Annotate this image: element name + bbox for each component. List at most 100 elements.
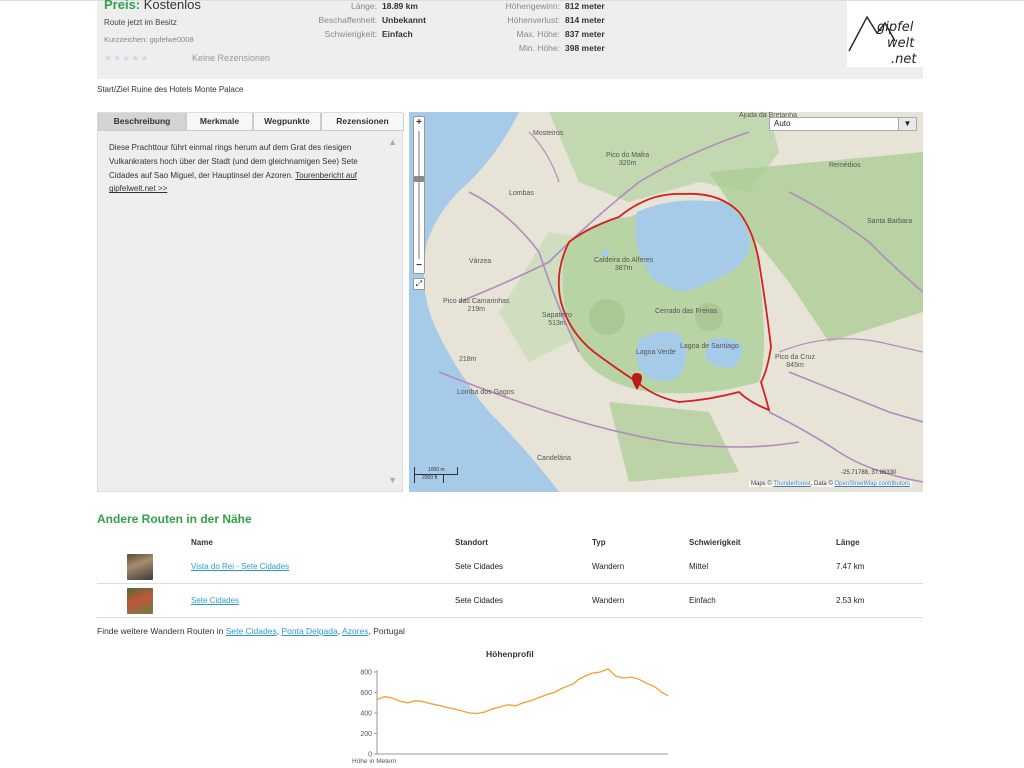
stat-value: 814 meter bbox=[565, 15, 605, 25]
attribution-prefix: Maps © bbox=[751, 481, 772, 487]
y-tick-label: 800 bbox=[360, 670, 372, 677]
map-label: Pico do Mafra 320m bbox=[606, 152, 649, 168]
map-label: Caldeira do Alferes 387m bbox=[594, 257, 653, 273]
stat-key: Min. Höhe: bbox=[518, 43, 560, 53]
map-layer-value: Auto bbox=[774, 119, 791, 128]
svg-text:welt: welt bbox=[887, 36, 915, 51]
start-end-point: Start/Ziel Ruine des Hotels Monte Palace bbox=[97, 85, 244, 94]
map-label: Santa Barbara bbox=[867, 218, 913, 225]
no-reviews-label: Keine Rezensionen bbox=[192, 53, 271, 63]
price: Preis: Kostenlos bbox=[104, 0, 201, 12]
stat-value: 837 meter bbox=[565, 29, 605, 39]
route-thumbnail[interactable] bbox=[127, 554, 153, 580]
route-location: Sete Cidades bbox=[455, 596, 504, 605]
map-attribution: Maps © Thunderforest, Data © OpenStreetM… bbox=[749, 481, 912, 487]
map-label: Pico das Camarinhas 219m bbox=[443, 298, 510, 314]
stat-key: Beschaffenheit: bbox=[318, 15, 377, 25]
tab-rezensionen[interactable]: Rezensionen bbox=[321, 113, 404, 131]
route-info-header: Preis: Kostenlos Route jetzt im Besitz K… bbox=[0, 0, 1024, 79]
map-label: Remédios bbox=[829, 162, 861, 169]
y-tick-label: 600 bbox=[360, 690, 372, 697]
scroll-up-icon[interactable]: ▲ bbox=[388, 137, 397, 147]
table-row[interactable]: Sete Cidades Sete Cidades Wandern Einfac… bbox=[97, 584, 923, 618]
scroll-down-icon[interactable]: ▼ bbox=[388, 475, 397, 485]
column-header: Standort bbox=[455, 538, 488, 547]
stat-key: Länge: bbox=[351, 1, 377, 11]
map-label: Pico da Cruz 845m bbox=[775, 354, 815, 370]
chevron-down-icon[interactable]: ▼ bbox=[898, 118, 916, 130]
map-label-name: Pico do Mafra bbox=[606, 152, 650, 159]
map-label-name: Pico da Cruz bbox=[775, 354, 816, 361]
map-label-name: Sapateiro bbox=[542, 312, 572, 319]
zoom-slider-handle[interactable] bbox=[414, 176, 424, 182]
stat-value: Unbekannt bbox=[382, 15, 426, 25]
ownership-status: Route jetzt im Besitz bbox=[104, 18, 177, 27]
column-header: Schwierigkeit bbox=[689, 538, 741, 547]
svg-text:.net: .net bbox=[891, 52, 917, 67]
stat-value: 812 meter bbox=[565, 1, 605, 11]
elevation-profile-chart: Höhenprofil 0 200 400 600 800 Höhe in Metern bbox=[340, 645, 680, 768]
stat-key: Schwierigkeit: bbox=[324, 29, 377, 39]
price-label: Preis: bbox=[104, 0, 141, 12]
route-link[interactable]: Sete Cidades bbox=[191, 596, 239, 605]
rating-stars[interactable]: ★★★★★ bbox=[104, 53, 149, 64]
route-code: Kurzzeichen: gipfelwe0008 bbox=[104, 35, 194, 44]
stat-value: Einfach bbox=[382, 29, 413, 39]
map-label: Candelária bbox=[537, 455, 571, 462]
column-header: Name bbox=[191, 538, 213, 547]
chart-title: Höhenprofil bbox=[486, 649, 534, 659]
description-text: Diese Prachttour führt einmal rings heru… bbox=[109, 141, 371, 196]
map-layer-select[interactable]: Auto ▼ bbox=[769, 117, 917, 131]
tab-beschreibung[interactable]: Beschreibung bbox=[98, 113, 186, 131]
y-tick-label: 200 bbox=[360, 731, 372, 738]
zoom-track[interactable] bbox=[414, 131, 424, 259]
route-type: Wandern bbox=[592, 596, 625, 605]
route-length: 2.53 km bbox=[836, 596, 865, 605]
route-length: 7.47 km bbox=[836, 562, 865, 571]
route-map[interactable]: Ajuda da Bretanha Mosteiros Pico do Mafr… bbox=[409, 112, 923, 492]
elevation-series-line bbox=[376, 668, 669, 715]
osm-link[interactable]: OpenStreetMap contributors bbox=[834, 481, 909, 487]
more-routes-line: Finde weitere Wandern Routen in Sete Cid… bbox=[97, 626, 405, 636]
svg-text:gipfel: gipfel bbox=[877, 20, 914, 35]
route-details-panel: Beschreibung Merkmale Wegpunkte Rezensio… bbox=[97, 112, 404, 492]
location-link-azores[interactable]: Azores bbox=[342, 626, 368, 636]
location-link-sete-cidades[interactable]: Sete Cidades bbox=[226, 626, 277, 636]
thunderforest-link[interactable]: Thunderforest bbox=[773, 481, 810, 487]
route-thumbnail[interactable] bbox=[127, 588, 153, 614]
price-value: Kostenlos bbox=[143, 0, 201, 12]
route-difficulty: Mittel bbox=[689, 562, 709, 571]
logo-mountain-icon: gipfel welt .net bbox=[848, 15, 917, 67]
stat-key: Höhengewinn: bbox=[505, 1, 560, 11]
zoom-in-icon[interactable]: + bbox=[414, 118, 424, 128]
map-label-name: Caldeira do Alferes bbox=[594, 257, 654, 264]
map-scale-bar: 1000 m 2000 ft bbox=[414, 467, 458, 483]
tab-merkmale[interactable]: Merkmale bbox=[186, 113, 253, 131]
map-label-height: 219m bbox=[467, 306, 486, 313]
zoom-control[interactable]: + − bbox=[413, 116, 425, 274]
zoom-out-icon[interactable]: − bbox=[414, 261, 424, 271]
table-header: Name Standort Typ Schwierigkeit Länge bbox=[97, 535, 923, 551]
map-label: Cerrado das Freiras bbox=[655, 308, 718, 315]
map-label-height: 320m bbox=[618, 160, 637, 167]
stat-key: Höhenverlust: bbox=[507, 15, 560, 25]
map-label: Mosteiros bbox=[533, 130, 564, 137]
stat-value: 398 meter bbox=[565, 43, 605, 53]
map-label-name: Pico das Camarinhas bbox=[443, 298, 510, 305]
nearby-routes-title: Andere Routen in der Nähe bbox=[97, 512, 252, 526]
map-label: Várzea bbox=[469, 258, 492, 265]
location-link-ponta-delgada[interactable]: Ponta Delgada bbox=[281, 626, 337, 636]
elevation-chart-svg: 0200400600800Höhe in Metern bbox=[352, 668, 669, 765]
map-label-height: 845m bbox=[786, 362, 804, 369]
more-routes-suffix: Portugal bbox=[373, 626, 405, 636]
scale-meters: 1000 m bbox=[414, 467, 458, 475]
tab-wegpunkte[interactable]: Wegpunkte bbox=[253, 113, 321, 131]
fullscreen-icon[interactable]: ⤢ bbox=[413, 278, 425, 290]
route-link[interactable]: Vista do Rei - Sete Cidades bbox=[191, 562, 289, 571]
route-location: Sete Cidades bbox=[455, 562, 504, 571]
gipfelwelt-logo[interactable]: gipfel welt .net bbox=[847, 1, 923, 67]
route-info-box: Preis: Kostenlos Route jetzt im Besitz K… bbox=[97, 0, 923, 79]
y-tick-label: 400 bbox=[360, 711, 372, 718]
table-row[interactable]: Vista do Rei - Sete Cidades Sete Cidades… bbox=[97, 550, 923, 584]
map-label-height: 387m bbox=[614, 265, 633, 272]
